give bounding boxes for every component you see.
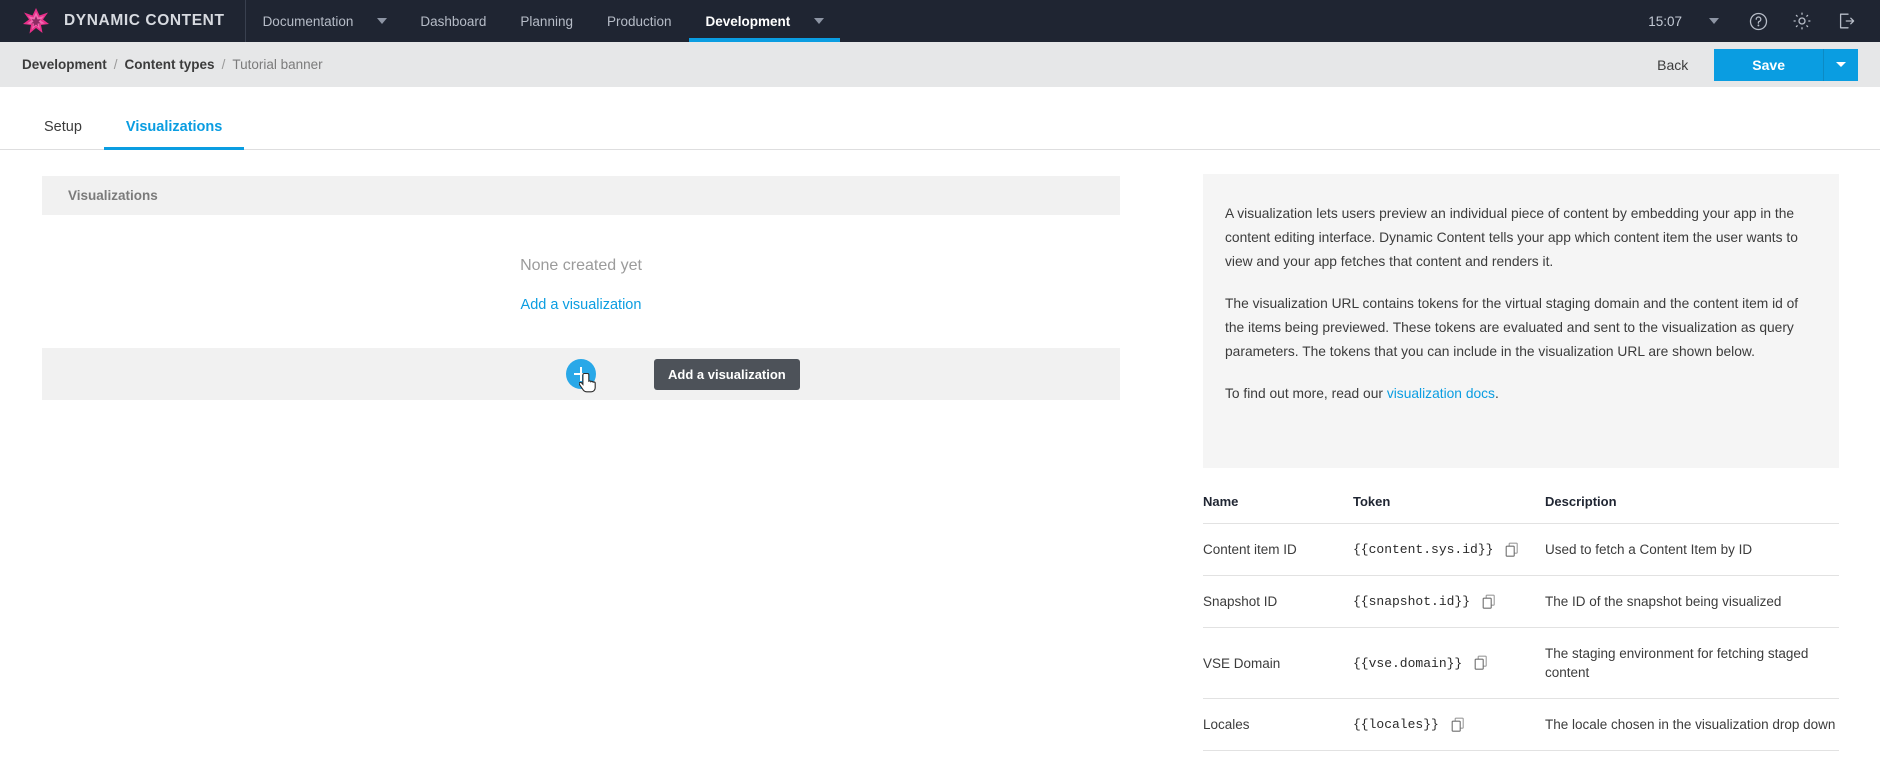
table-header-row: Name Token Description	[1203, 494, 1839, 524]
save-chevron-down-icon[interactable]	[1824, 48, 1858, 81]
info-paragraph-1: A visualization lets users preview an in…	[1225, 206, 1798, 269]
empty-state-text: None created yet	[520, 257, 642, 274]
save-button-group: Save	[1714, 48, 1858, 81]
nav-item-dashboard[interactable]: Dashboard	[403, 0, 503, 42]
breadcrumb-item-tutorial-banner: Tutorial banner	[232, 57, 323, 72]
app-logo[interactable]: DYNAMIC CONTENT	[0, 0, 246, 42]
clock-chevron-down-icon[interactable]	[1692, 0, 1736, 42]
info-paragraph-3: To find out more, read our visualization…	[1225, 382, 1809, 406]
table-row: VSE Domain {{vse.domain}} The staging envi…	[1203, 627, 1839, 699]
token-name-cell: Content item ID	[1203, 523, 1353, 576]
token-name-cell: Locales	[1203, 698, 1353, 751]
breadcrumb-separator: /	[113, 57, 118, 72]
tab-visualizations[interactable]: Visualizations	[103, 119, 245, 150]
visualizations-panel: Visualizations None created yet Add a vi…	[42, 176, 1120, 400]
info-paragraph-3-pre: To find out more, read our	[1225, 386, 1387, 401]
tab-setup[interactable]: Setup	[22, 119, 104, 149]
copy-icon[interactable]	[1505, 542, 1520, 558]
token-code: {{snapshot.id}}	[1353, 594, 1471, 609]
nav-item-planning[interactable]: Planning	[503, 0, 590, 42]
nav-group-development: Development	[688, 0, 841, 42]
clock-display: 15:07	[1648, 13, 1682, 29]
nav-group-documentation: Documentation	[246, 0, 404, 42]
nav-documentation-chevron-down-icon[interactable]	[361, 0, 403, 42]
token-value-cell: {{snapshot.id}}	[1353, 575, 1531, 628]
plus-icon	[574, 367, 588, 381]
nav-item-development[interactable]: Development	[689, 0, 799, 42]
token-description-cell: The locale chosen in the visualization d…	[1531, 698, 1839, 751]
help-icon[interactable]	[1736, 0, 1780, 42]
table-row: Snapshot ID {{snapshot.id}} The ID of the …	[1203, 575, 1839, 628]
sign-out-icon[interactable]	[1824, 0, 1868, 42]
token-reference-table: Name Token Description Content item ID{{…	[1203, 494, 1839, 751]
column-header-token: Token	[1353, 494, 1531, 524]
token-name-cell: VSE Domain	[1203, 627, 1353, 699]
token-code: {{locales}}	[1353, 717, 1439, 732]
nav-development-chevron-down-icon[interactable]	[798, 0, 840, 42]
top-navigation-bar: DYNAMIC CONTENT Documentation Dashboard …	[0, 0, 1880, 42]
breadcrumb-bar: Development / Content types / Tutorial b…	[0, 42, 1880, 87]
breadcrumb-item-content-types[interactable]: Content types	[125, 57, 215, 72]
table-row: Content item ID {{content.sys.id}} Used to…	[1203, 523, 1839, 576]
token-value-cell: {{locales}}	[1353, 698, 1531, 751]
content-type-tabs: Setup Visualizations	[0, 87, 1880, 150]
table-row: Locales {{locales}} The locale chosen in t…	[1203, 698, 1839, 751]
copy-icon[interactable]	[1482, 594, 1497, 610]
column-header-name: Name	[1203, 494, 1353, 524]
visualization-docs-link[interactable]: visualization docs	[1387, 386, 1495, 401]
visualizations-section-header: Visualizations	[42, 176, 1120, 215]
add-visualization-tooltip: Add a visualization	[654, 359, 800, 390]
token-code: {{content.sys.id}}	[1353, 542, 1494, 557]
copy-icon[interactable]	[1474, 655, 1489, 671]
breadcrumb-item-development[interactable]: Development	[22, 57, 107, 72]
add-visualization-button[interactable]	[566, 359, 596, 393]
info-paragraph-2: The visualization URL contains tokens fo…	[1225, 296, 1799, 359]
token-value-cell: {{vse.domain}}	[1353, 627, 1531, 699]
token-name-cell: Snapshot ID	[1203, 575, 1353, 628]
token-description-cell: The ID of the snapshot being visualized	[1531, 575, 1839, 628]
token-code: {{vse.domain}}	[1353, 655, 1463, 671]
save-button[interactable]: Save	[1714, 48, 1824, 81]
visualizations-footer-bar: Add a visualization	[42, 348, 1120, 400]
token-description-cell: Used to fetch a Content Item by ID	[1531, 523, 1839, 576]
nav-item-production[interactable]: Production	[590, 0, 689, 42]
add-visualization-link[interactable]: Add a visualization	[521, 297, 642, 313]
starburst-logo-icon	[22, 7, 50, 35]
gear-icon[interactable]	[1780, 0, 1824, 42]
info-paragraph-3-post: .	[1494, 386, 1499, 401]
visualizations-empty-state: None created yet Add a visualization	[42, 215, 1120, 348]
breadcrumb-separator: /	[221, 57, 226, 72]
copy-icon[interactable]	[1451, 717, 1466, 733]
column-header-description: Description	[1531, 494, 1839, 524]
primary-nav: Documentation Dashboard Planning Product…	[246, 0, 841, 42]
token-description-cell: The staging environment for fetching sta…	[1531, 627, 1839, 699]
app-logo-text: DYNAMIC CONTENT	[64, 12, 225, 29]
back-button[interactable]: Back	[1657, 57, 1688, 73]
visualization-info-panel: A visualization lets users preview an in…	[1203, 174, 1839, 468]
nav-item-documentation[interactable]: Documentation	[246, 0, 362, 42]
token-value-cell: {{content.sys.id}}	[1353, 523, 1531, 576]
